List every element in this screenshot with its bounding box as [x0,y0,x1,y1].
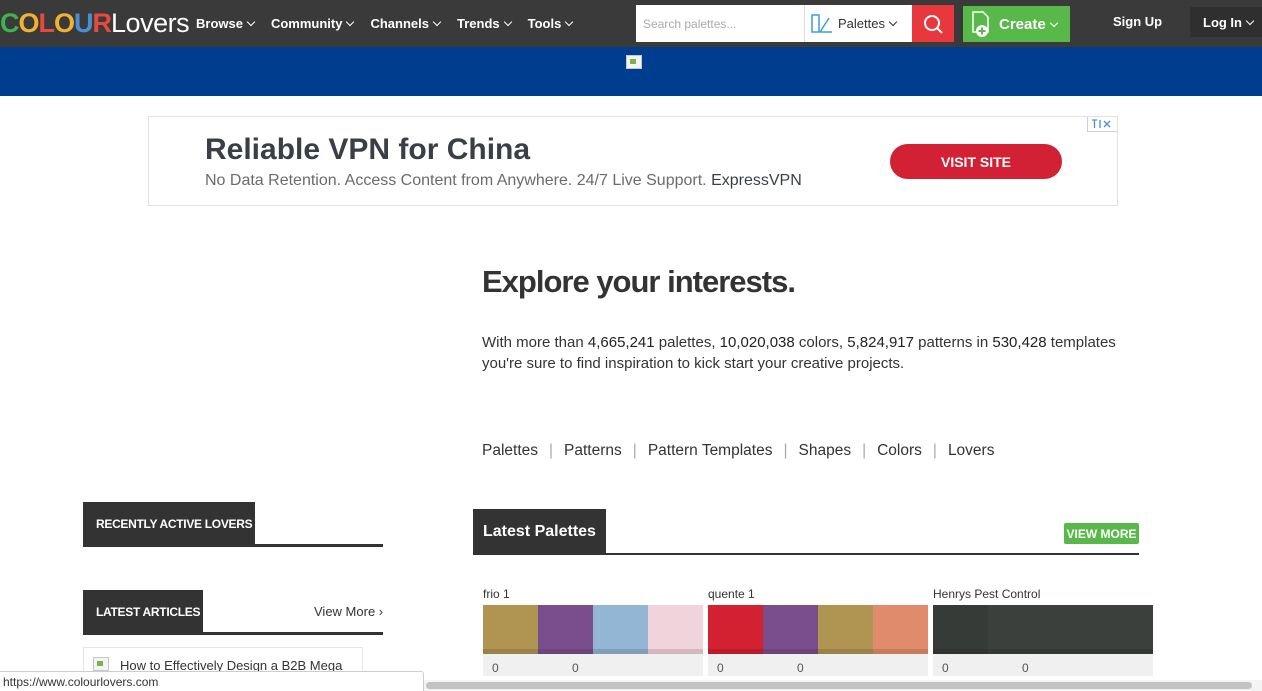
palette-name[interactable]: frio 1 [483,587,703,605]
palette-loves: 0 [572,661,579,675]
palette-views: 0 [717,661,724,675]
palette-card[interactable]: Henrys Pest Control 0 0 [933,587,1153,676]
nav-tools[interactable]: Tools [528,16,574,31]
color-swatch [933,605,988,654]
palette-stats: 0 0 [933,654,1153,676]
broken-image-icon [626,55,642,69]
palette-card[interactable]: frio 1 0 0 [483,587,703,676]
section-divider [83,544,383,547]
search-input[interactable] [636,5,804,42]
site-logo[interactable]: COLOURLovers [0,7,190,39]
chevron-down-icon [888,17,898,27]
nav-community[interactable]: Community [271,16,355,31]
nav-trends[interactable]: Trends [457,16,512,31]
separator: | [932,442,937,459]
color-swatch [708,605,763,654]
color-swatch [988,605,1043,654]
chevron-down-icon [346,17,355,27]
category-links: Palettes | Patterns | Pattern Templates | S… [482,442,994,460]
search-type-dropdown[interactable]: Palettes [804,5,912,42]
palette-stats: 0 0 [483,654,703,676]
color-swatch [538,605,593,654]
chevron-down-icon [503,17,512,27]
top-navbar: COLOURLovers Browse Community Channels T… [0,0,1262,47]
separator: | [632,442,637,459]
search-button[interactable] [912,5,954,42]
palette-shapes-icon [811,13,832,33]
chevron-down-icon [565,17,574,27]
chevron-down-icon [246,17,256,27]
palette-swatches[interactable] [483,605,703,654]
scrollbar-thumb[interactable] [426,682,1252,689]
colors-count: 10,020,038 [719,334,795,351]
latest-palettes-heading: Latest Palettes [473,509,606,555]
ad-title[interactable]: Reliable VPN for China [205,133,530,167]
latest-articles-heading: LATEST ARTICLES [83,590,203,634]
explore-heading: Explore your interests. [482,264,796,299]
separator: | [783,442,788,459]
chevron-down-icon [432,17,442,27]
recently-active-lovers-heading: RECENTLY ACTIVE LOVERS [83,502,255,546]
browser-status-url: https://www.colourlovers.com [0,671,424,691]
main-menu: Browse Community Channels Trends Tools [196,0,589,47]
nav-browse[interactable]: Browse [196,16,256,31]
explore-description: With more than 4,665,241 palettes, 10,02… [482,334,1116,372]
palettes-count: 4,665,241 [587,334,655,351]
palette-loves: 0 [797,661,804,675]
palette-name[interactable]: Henrys Pest Control [933,587,1153,605]
advertisement[interactable]: Reliable VPN for China No Data Retention… [148,116,1118,206]
palette-views: 0 [942,661,949,675]
search-icon [924,14,943,34]
templates-count: 530,428 [992,334,1047,351]
separator: | [862,442,867,459]
chevron-down-icon [1049,18,1058,27]
color-swatch [1043,605,1098,654]
articles-view-more-link[interactable]: View More › [314,604,383,619]
color-swatch [648,605,703,654]
palette-swatches[interactable] [708,605,928,654]
sign-up-link[interactable]: Sign Up [1113,0,1162,47]
category-palettes-link[interactable]: Palettes [482,442,538,460]
category-patterns-link[interactable]: Patterns [564,442,622,460]
palette-card[interactable]: quente 1 0 0 [708,587,928,676]
ad-choices-icon[interactable] [1087,117,1117,132]
section-divider [473,553,1139,555]
log-in-dropdown[interactable]: Log In [1190,7,1262,37]
color-swatch [763,605,818,654]
create-button[interactable]: Create [963,6,1070,42]
separator: | [549,442,554,459]
category-pattern-templates-link[interactable]: Pattern Templates [648,442,773,460]
palette-loves: 0 [1022,661,1029,675]
category-shapes-link[interactable]: Shapes [799,442,852,460]
add-file-icon [972,11,989,37]
color-swatch [1098,605,1153,654]
category-colors-link[interactable]: Colors [877,442,922,460]
palette-views: 0 [492,661,499,675]
color-swatch [818,605,873,654]
palette-swatches[interactable] [933,605,1153,654]
category-lovers-link[interactable]: Lovers [948,442,995,460]
palettes-view-more-button[interactable]: VIEW MORE [1064,523,1139,544]
color-swatch [873,605,928,654]
palette-stats: 0 0 [708,654,928,676]
patterns-count: 5,824,917 [847,334,914,351]
horizontal-scrollbar[interactable] [424,680,1262,691]
nav-channels[interactable]: Channels [370,16,442,31]
color-swatch [483,605,538,654]
broken-image-icon [93,657,109,671]
ad-visit-site-button[interactable]: VISIT SITE [890,144,1062,179]
chevron-down-icon [1245,16,1255,25]
section-divider [83,632,383,635]
ad-subtitle: No Data Retention. Access Content from A… [205,172,802,189]
palette-name[interactable]: quente 1 [708,587,928,605]
color-swatch [593,605,648,654]
